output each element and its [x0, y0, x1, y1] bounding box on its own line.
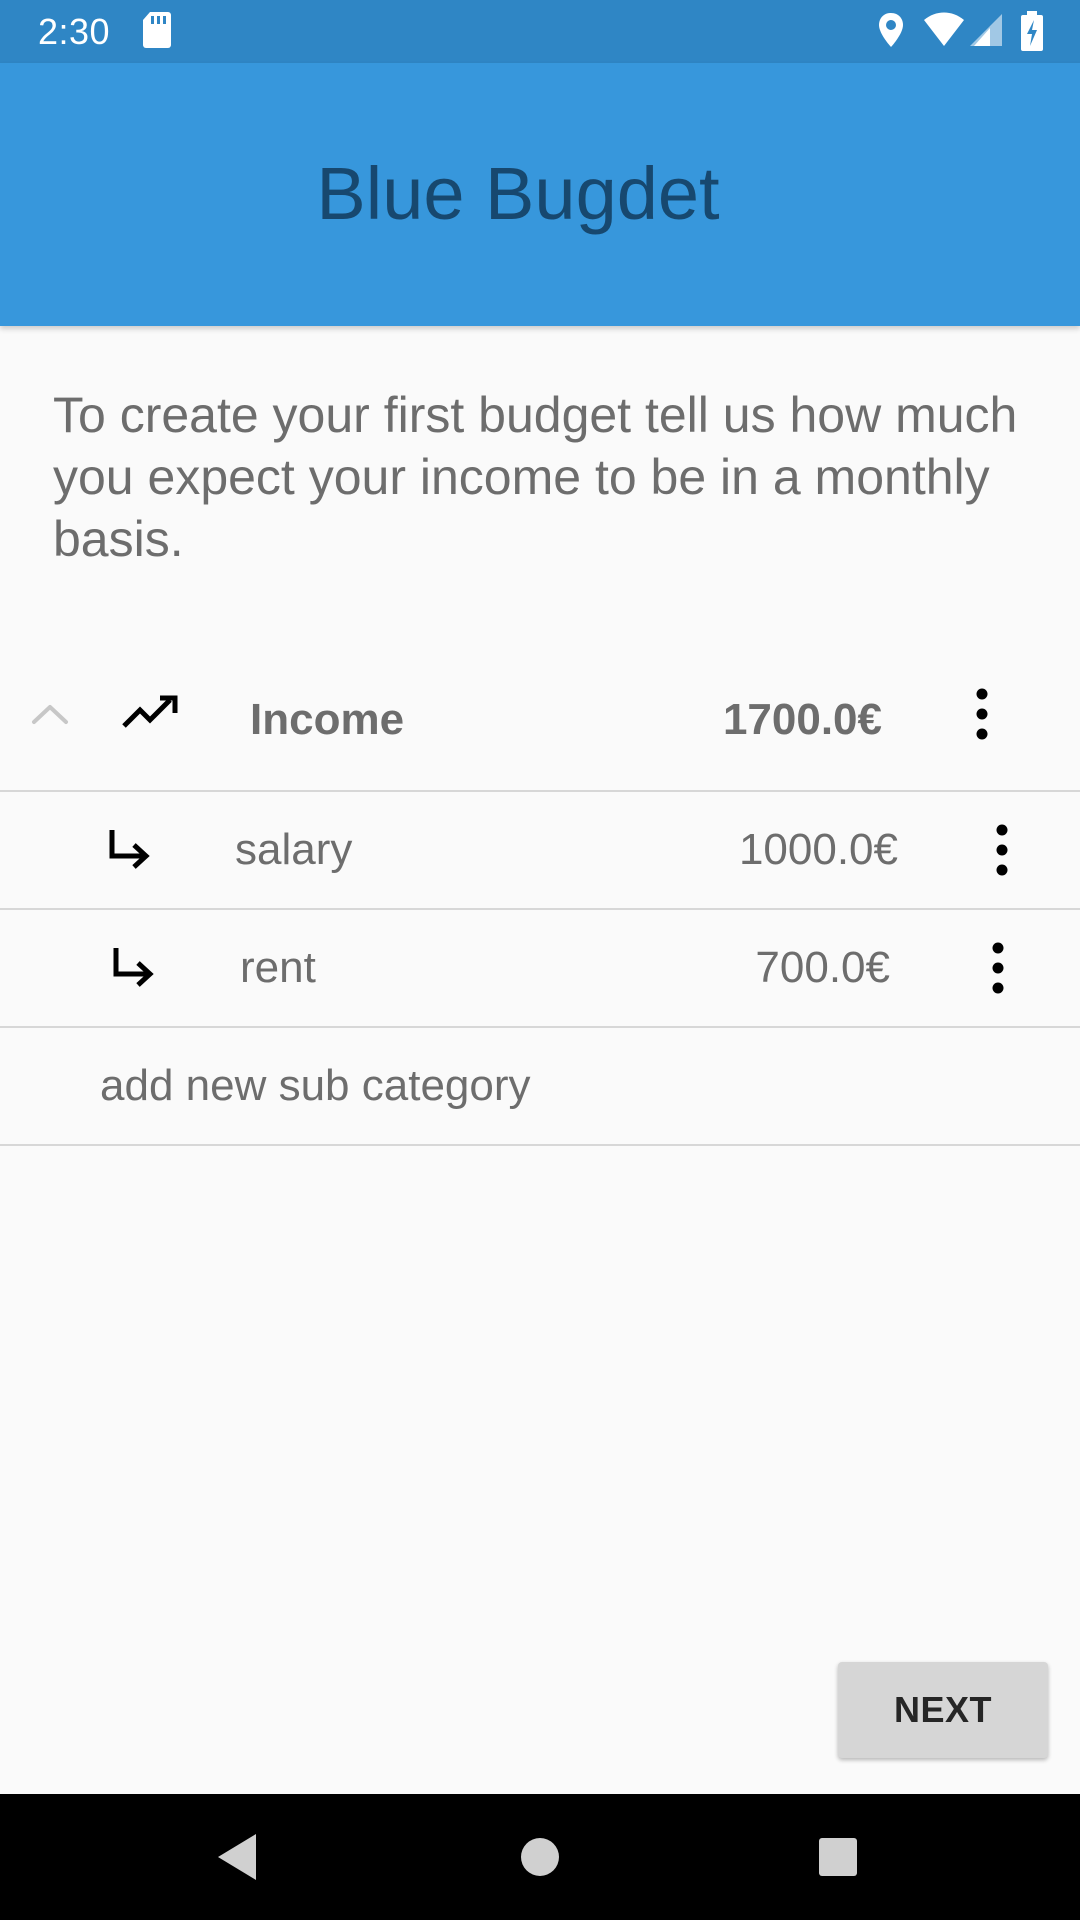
sub-category-name: salary — [235, 825, 353, 874]
chevron-up-icon[interactable] — [28, 696, 72, 732]
category-amount: 1700.0€ — [722, 695, 882, 744]
category-name: Income — [250, 695, 405, 744]
sub-category-row-salary[interactable]: salary 1000.0€ — [0, 792, 1080, 908]
status-bar: 2:30 — [0, 0, 1080, 63]
battery-charging-icon — [1020, 10, 1044, 52]
more-vert-icon[interactable] — [978, 818, 1026, 882]
back-icon[interactable] — [206, 1824, 272, 1890]
status-time: 2:30 — [38, 11, 111, 52]
signal-icon — [968, 10, 1004, 52]
category-row-income[interactable]: Income 1700.0€ — [0, 652, 1080, 790]
screen: 2:30 Blue Bugdet To create your first bu… — [0, 0, 1080, 1920]
home-icon[interactable] — [507, 1824, 573, 1890]
divider — [0, 1026, 1080, 1028]
add-sub-category-item[interactable]: add new sub category — [0, 1030, 1080, 1144]
subdirectory-arrow-icon — [106, 826, 154, 874]
more-vert-icon[interactable] — [974, 936, 1022, 1000]
intro-text: To create your first budget tell us how … — [53, 387, 1018, 567]
more-vert-icon[interactable] — [958, 682, 1006, 746]
sub-category-amount: 700.0€ — [755, 943, 890, 992]
wifi-icon — [922, 10, 966, 52]
trending-up-icon — [120, 688, 182, 738]
sub-category-row-rent[interactable]: rent 700.0€ — [0, 910, 1080, 1026]
sd-card-icon — [142, 10, 172, 52]
divider — [0, 1144, 1080, 1146]
recents-icon[interactable] — [805, 1824, 871, 1890]
add-sub-category-label: add new sub category — [100, 1061, 531, 1110]
next-button[interactable]: NEXT — [838, 1662, 1048, 1758]
app-bar: Blue Bugdet — [0, 63, 1080, 326]
sub-category-amount: 1000.0€ — [738, 825, 898, 874]
sub-category-name: rent — [240, 943, 316, 992]
location-icon — [876, 10, 906, 52]
subdirectory-arrow-icon — [110, 944, 158, 992]
navigation-bar — [0, 1794, 1080, 1920]
app-title: Blue Bugdet — [316, 152, 720, 235]
